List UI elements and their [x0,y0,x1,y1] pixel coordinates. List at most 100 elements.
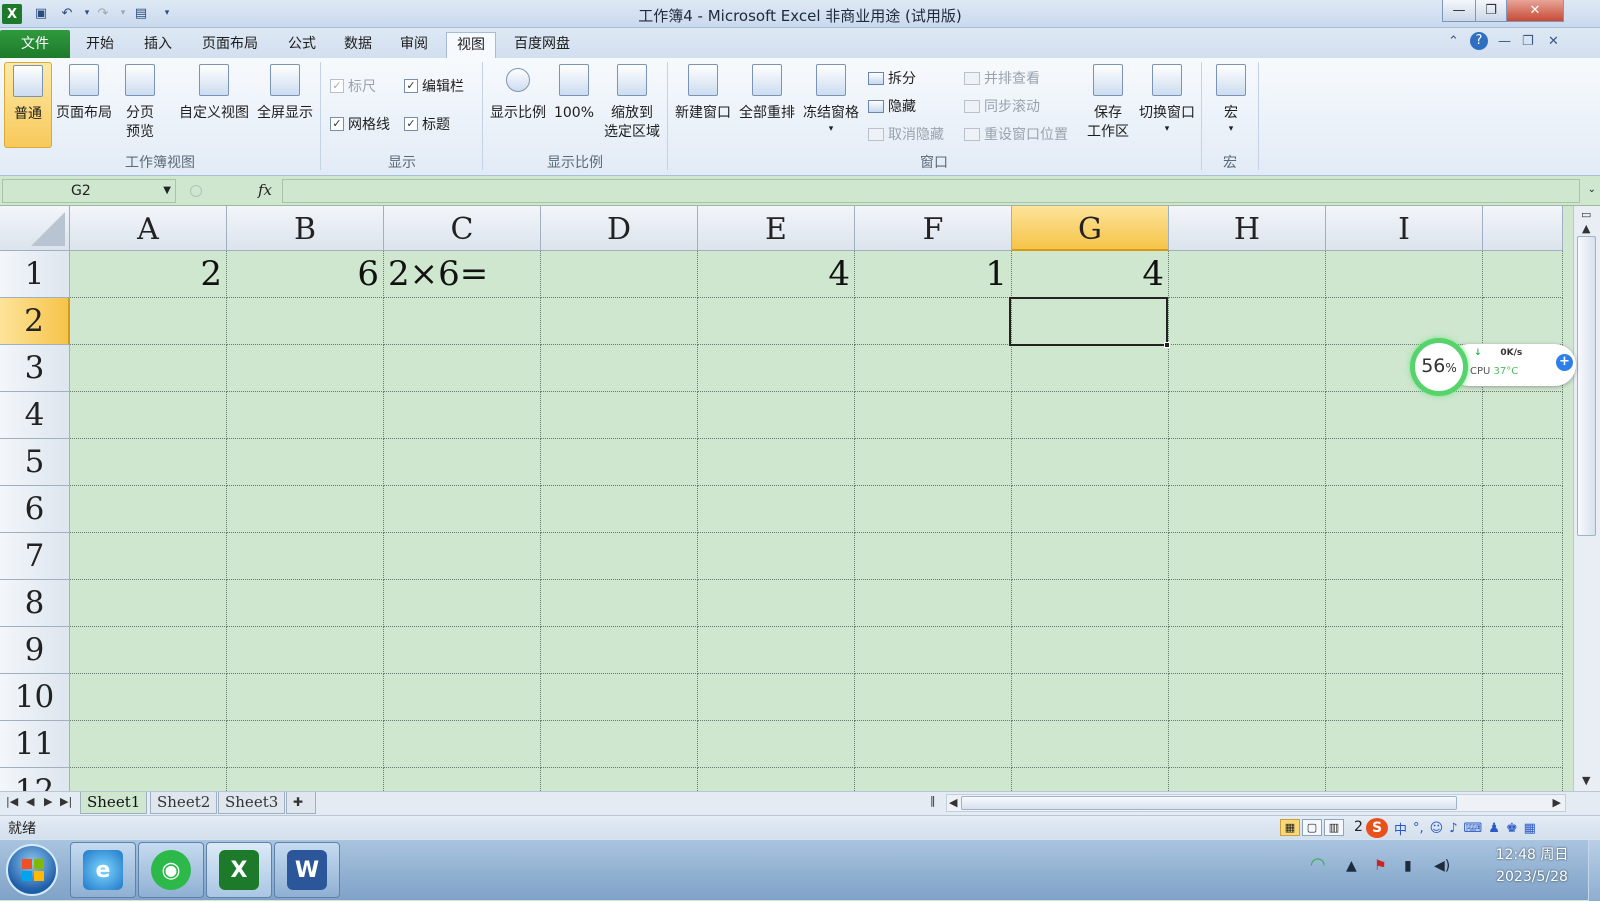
cell-b4[interactable] [227,392,384,439]
cell-d1[interactable] [541,251,698,298]
row-header-5[interactable]: 5 [0,439,70,486]
arrange-all-button[interactable]: 全部重排 [736,62,798,123]
sheet-tab-1[interactable]: Sheet1 [80,792,148,814]
cell-i8[interactable] [1326,580,1483,627]
formula-bar-resize-icon[interactable] [190,185,202,197]
sheet-tab-3[interactable]: Sheet3 [218,792,286,814]
workbook-minimize-icon[interactable]: — [1498,34,1511,49]
cell-c4[interactable] [384,392,541,439]
name-box-dropdown-icon[interactable]: ▼ [163,180,171,202]
column-header-f[interactable]: F [855,206,1012,251]
cell-e3[interactable] [698,345,855,392]
column-header-c[interactable]: C [384,206,541,251]
cell-c7[interactable] [384,533,541,580]
vertical-scrollbar[interactable]: ▭ ▲ ▼ [1573,206,1600,791]
taskbar-excel[interactable]: X [206,842,272,898]
cell-e6[interactable] [698,486,855,533]
cell-f7[interactable] [855,533,1012,580]
cell-d3[interactable] [541,345,698,392]
cell-e12[interactable] [698,768,855,791]
prev-sheet-icon[interactable]: ◀ [26,795,34,808]
cell-h9[interactable] [1169,627,1326,674]
scroll-down-icon[interactable]: ▼ [1582,774,1590,787]
cell-i10[interactable] [1326,674,1483,721]
cell-d10[interactable] [541,674,698,721]
cell-d12[interactable] [541,768,698,791]
cell-g9[interactable] [1012,627,1169,674]
zoom-button[interactable]: 显示比例 [488,62,548,123]
cell-g12[interactable] [1012,768,1169,791]
save-workspace-button[interactable]: 保存 工作区 [1082,62,1134,142]
cell-b8[interactable] [227,580,384,627]
cell-d2[interactable] [541,298,698,345]
column-header-a[interactable]: A [70,206,227,251]
cell-j10[interactable] [1483,674,1563,721]
cell-b3[interactable] [227,345,384,392]
tab-insert[interactable]: 插入 [134,32,182,58]
cell-h7[interactable] [1169,533,1326,580]
cell-a10[interactable] [70,674,227,721]
cell-a3[interactable] [70,345,227,392]
cell-g3[interactable] [1012,345,1169,392]
cell-c1[interactable]: 2×6= [384,251,541,298]
cell-b7[interactable] [227,533,384,580]
cell-h11[interactable] [1169,721,1326,768]
show-hidden-icons-icon[interactable]: ▲ [1346,858,1357,874]
reset-window-position-button[interactable]: 重设窗口位置 [964,124,1068,144]
cell-h8[interactable] [1169,580,1326,627]
cell-i6[interactable] [1326,486,1483,533]
cell-f6[interactable] [855,486,1012,533]
ime-language[interactable]: 中 [1394,819,1407,838]
cell-j11[interactable] [1483,721,1563,768]
workbook-close-icon[interactable]: ✕ [1548,34,1559,49]
sheet-tab-2[interactable]: Sheet2 [150,792,218,814]
cell-c11[interactable] [384,721,541,768]
microphone-icon[interactable]: ♪ [1449,821,1457,836]
cell-f4[interactable] [855,392,1012,439]
show-desktop-button[interactable] [1588,840,1600,901]
cell-h2[interactable] [1169,298,1326,345]
help-icon[interactable]: ? [1470,32,1488,50]
tab-view[interactable]: 视图 [446,32,496,58]
cell-c9[interactable] [384,627,541,674]
cell-a6[interactable] [70,486,227,533]
cell-f2[interactable] [855,298,1012,345]
punctuation-icon[interactable]: °, [1413,821,1424,836]
cell-e10[interactable] [698,674,855,721]
cell-j9[interactable] [1483,627,1563,674]
cell-g5[interactable] [1012,439,1169,486]
gridlines-checkbox[interactable]: ✓ 网格线 [330,114,390,134]
minimize-ribbon-icon[interactable]: ⌃ [1448,34,1459,49]
start-button[interactable] [6,844,58,896]
cell-g6[interactable] [1012,486,1169,533]
split-box-icon[interactable]: ▭ [1581,208,1591,221]
cell-c8[interactable] [384,580,541,627]
restore-icon[interactable]: ❐ [1475,0,1507,22]
tab-baidu-netdisk[interactable]: 百度网盘 [504,32,580,58]
cell-c3[interactable] [384,345,541,392]
toolbox-icon[interactable]: ▦ [1524,821,1536,836]
cell-h4[interactable] [1169,392,1326,439]
row-header-10[interactable]: 10 [0,674,70,721]
full-screen-button[interactable]: 全屏显示 [254,62,316,123]
cell-b5[interactable] [227,439,384,486]
freeze-panes-button[interactable]: 冻结窗格 ▾ [800,62,862,135]
cell-b2[interactable] [227,298,384,345]
boost-plus-icon[interactable]: + [1556,354,1573,371]
ruler-checkbox[interactable]: ✓ 标尺 [330,76,376,96]
normal-view-button[interactable]: 普通 [4,62,52,148]
tab-file[interactable]: 文件 [0,30,70,58]
cell-d9[interactable] [541,627,698,674]
headings-checkbox[interactable]: ✓ 标题 [404,114,450,134]
fill-handle[interactable] [1164,342,1170,348]
cell-b10[interactable] [227,674,384,721]
emoji-icon[interactable]: ☺ [1430,821,1444,836]
macros-button[interactable]: 宏 ▾ [1210,62,1252,135]
cell-h5[interactable] [1169,439,1326,486]
cell-j6[interactable] [1483,486,1563,533]
cell-e7[interactable] [698,533,855,580]
cell-h6[interactable] [1169,486,1326,533]
cell-a2[interactable] [70,298,227,345]
cell-a1[interactable]: 2 [70,251,227,298]
first-sheet-icon[interactable]: |◀ [6,795,18,808]
